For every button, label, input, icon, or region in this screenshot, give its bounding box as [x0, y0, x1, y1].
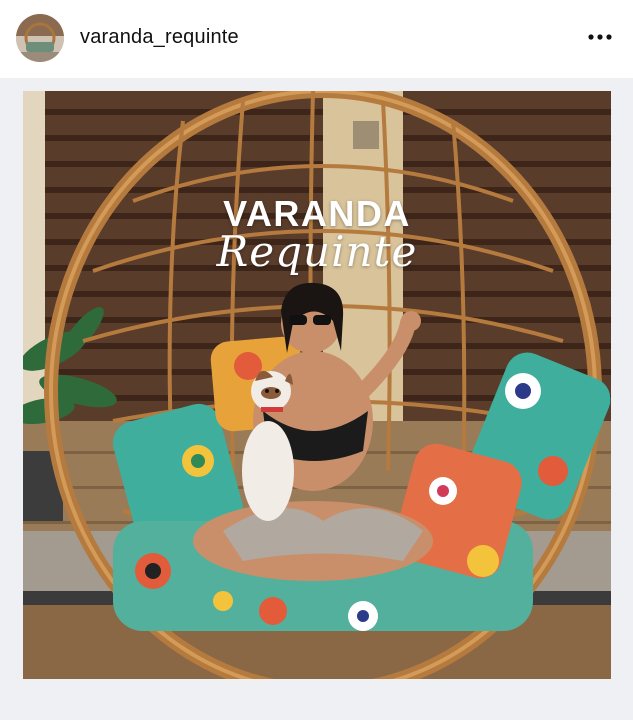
post-header: varanda_requinte: [0, 0, 633, 78]
avatar[interactable]: [16, 14, 64, 62]
post-photo: [23, 91, 611, 679]
more-horizontal-icon: [588, 34, 612, 40]
username[interactable]: varanda_requinte: [80, 26, 239, 49]
wall-lamp: [353, 121, 379, 149]
image-subtitle: Requinte: [216, 227, 418, 276]
more-options-button[interactable]: [583, 22, 617, 52]
post-image[interactable]: VARANDA Requinte: [23, 91, 611, 679]
avatar-thumbnail: [16, 14, 64, 62]
